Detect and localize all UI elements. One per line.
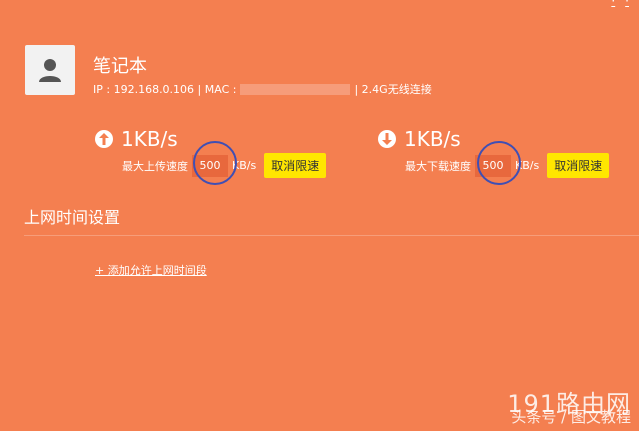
mac-redacted (240, 83, 351, 95)
arrow-down-icon (378, 130, 396, 148)
top-links: · · (611, 0, 629, 8)
download-annotation-circle (477, 141, 521, 185)
download-label: 最大下载速度 (405, 159, 471, 173)
top-link-1[interactable]: · (611, 0, 615, 8)
upload-cancel-limit-button[interactable]: 取消限速 (264, 153, 327, 178)
watermark-sub: 头条号 / 图文教程 (511, 408, 631, 426)
section-divider (24, 235, 639, 236)
upload-speed: 1KB/s (121, 127, 178, 151)
download-cancel-limit-button[interactable]: 取消限速 (547, 153, 610, 178)
download-speed: 1KB/s (404, 127, 461, 151)
device-ip: IP : 192.168.0.106 | MAC : (93, 82, 237, 96)
top-link-2[interactable]: · (625, 0, 629, 8)
add-time-period-link[interactable]: + 添加允许上网时间段 (95, 262, 207, 278)
device-meta: IP : 192.168.0.106 | MAC : | 2.4G无线连接 (93, 81, 432, 97)
schedule-title: 上网时间设置 (24, 208, 121, 227)
device-connection: | 2.4G无线连接 (354, 83, 432, 96)
upload-annotation-circle (193, 141, 237, 185)
device-avatar (25, 45, 75, 95)
user-icon (39, 59, 61, 82)
arrow-up-icon (95, 130, 113, 148)
device-name: 笔记本 (93, 56, 147, 77)
upload-label: 最大上传速度 (122, 159, 188, 173)
